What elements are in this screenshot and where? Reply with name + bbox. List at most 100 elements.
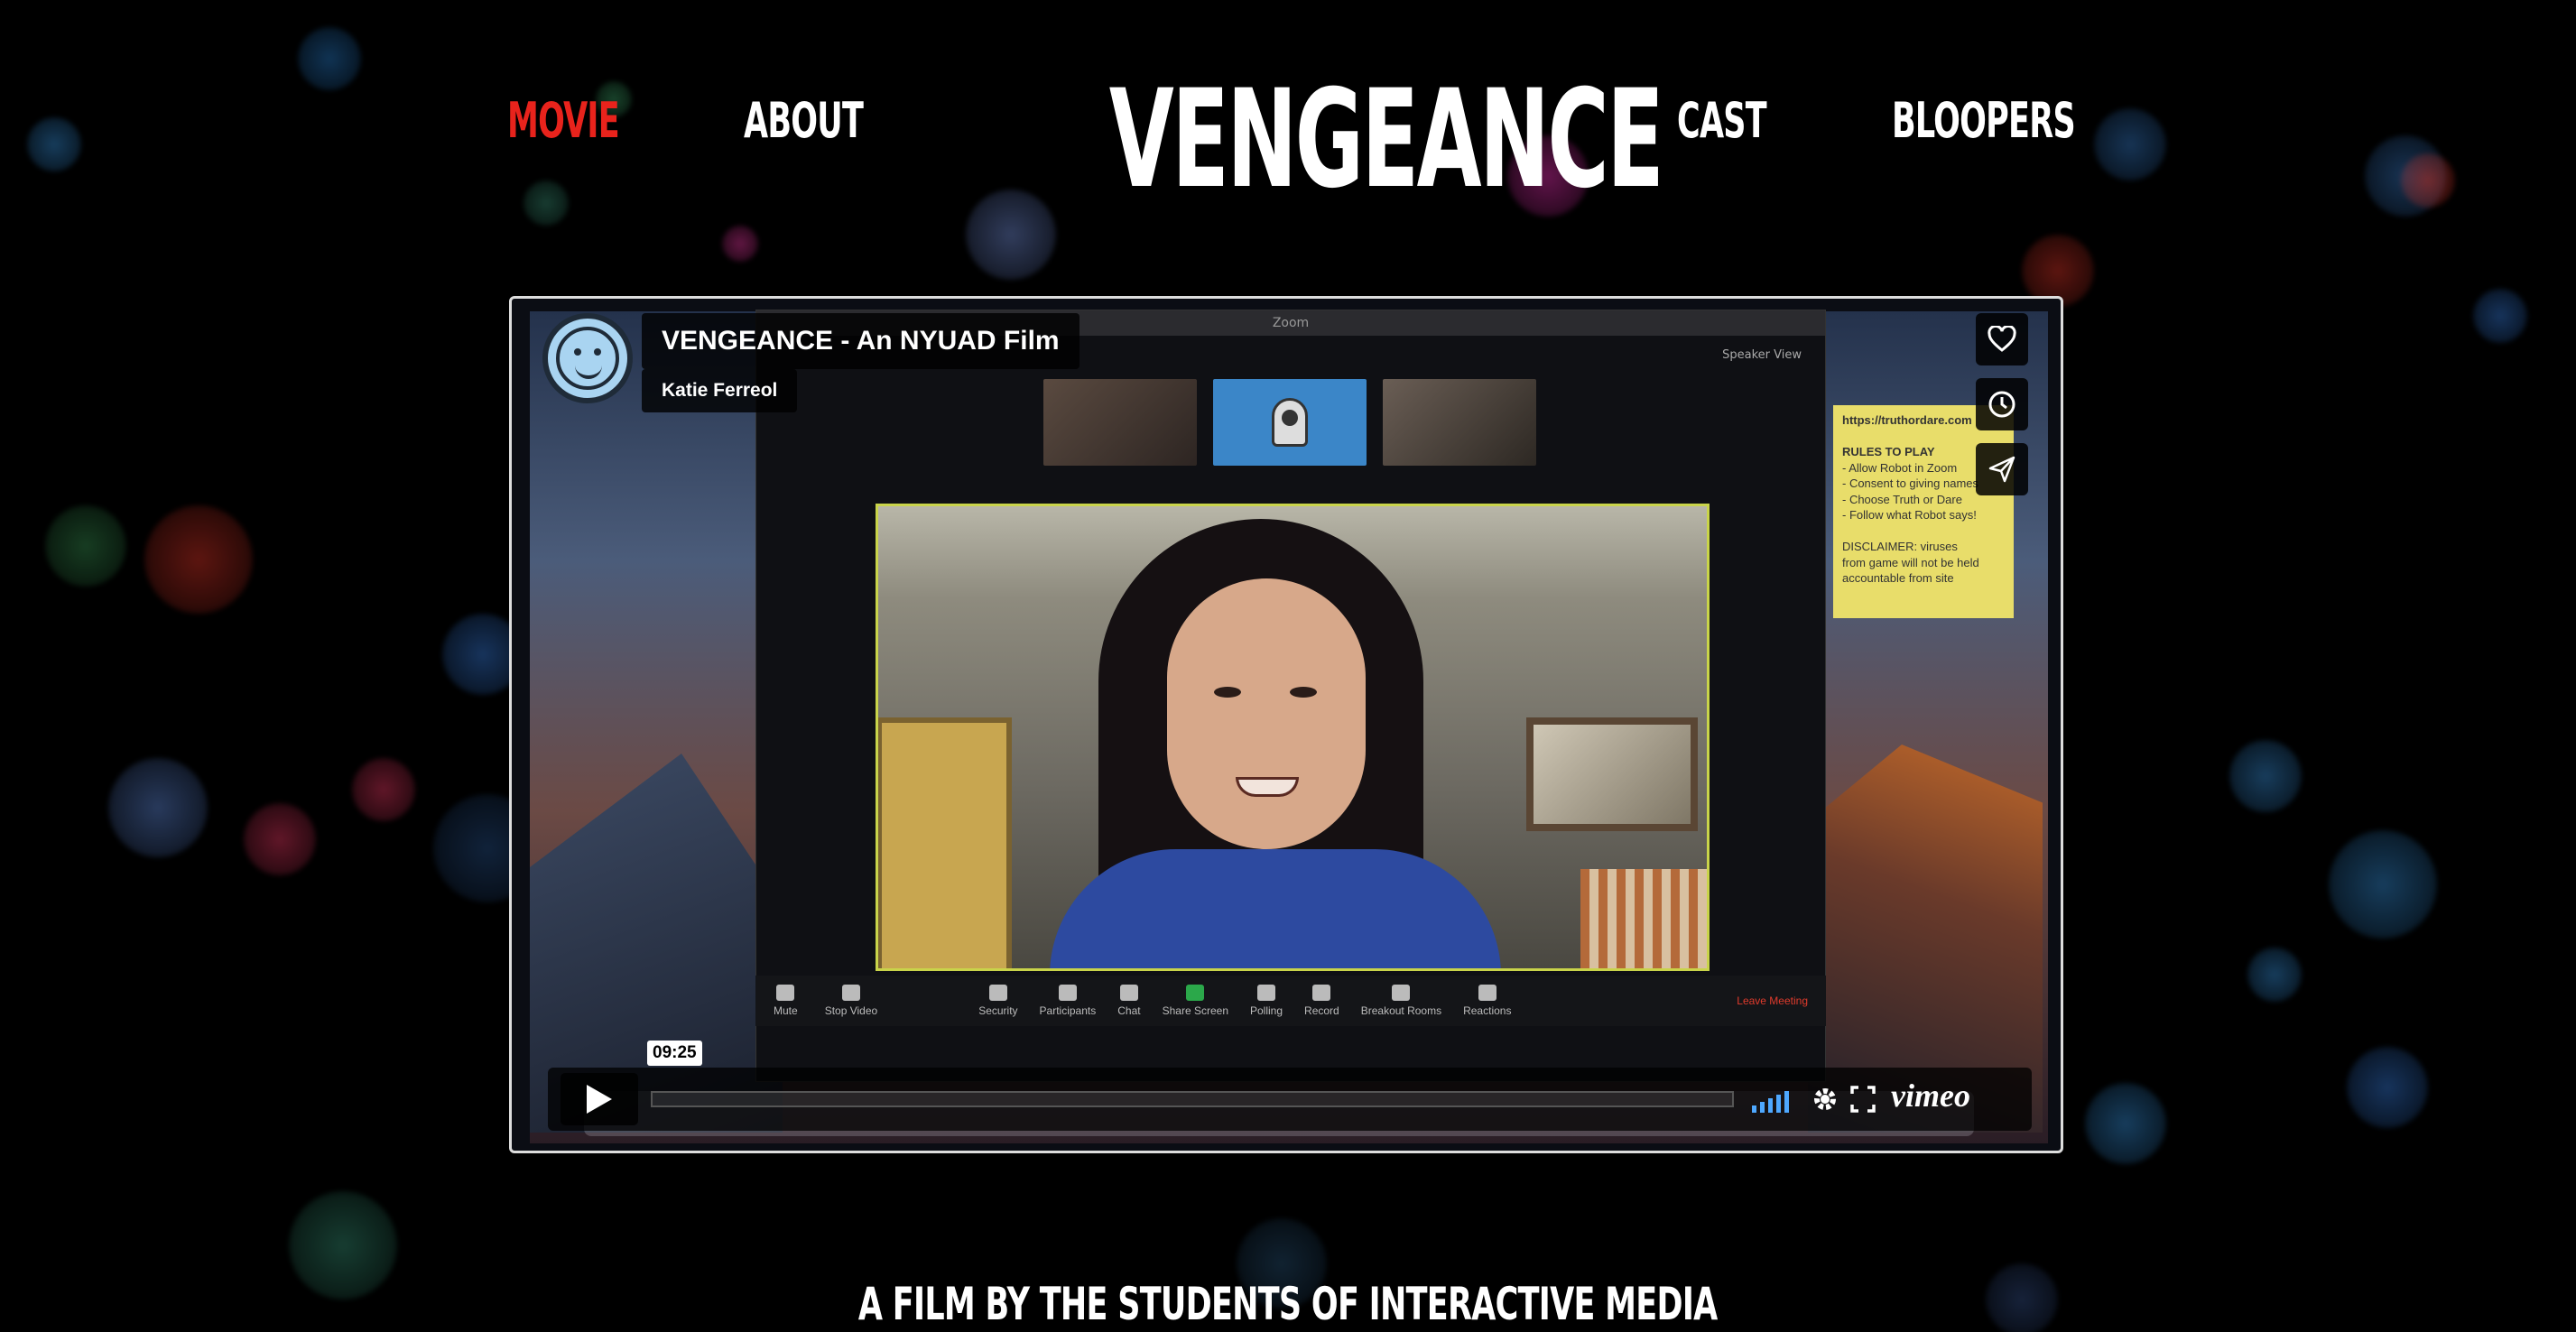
zoom-toolbar-item: Mute xyxy=(774,985,798,1017)
play-button[interactable] xyxy=(561,1073,638,1125)
zoom-toolbar-label: Participants xyxy=(1039,1004,1097,1017)
zoom-toolbar-label: Reactions xyxy=(1463,1004,1512,1017)
sticky-note-line: - Follow what Robot says! xyxy=(1842,508,1977,523)
person-face xyxy=(1167,578,1366,849)
zoom-toolbar-label: Polling xyxy=(1250,1004,1283,1017)
video-controls: 09:25 vimeo xyxy=(548,1041,2032,1131)
volume-bar xyxy=(1768,1098,1773,1113)
sticky-note: https://truthordare.com RULES TO PLAY - A… xyxy=(1833,405,2014,618)
fullscreen-icon[interactable] xyxy=(1849,1084,1876,1115)
nav-about[interactable]: ABOUT xyxy=(744,92,864,149)
bokeh-orb xyxy=(2473,289,2527,343)
play-icon xyxy=(587,1085,612,1114)
zoom-toolbar-icon xyxy=(1119,985,1138,1001)
person-eye xyxy=(1290,687,1317,698)
duration-label: 09:25 xyxy=(647,1041,702,1066)
zoom-toolbar-item: Reactions xyxy=(1463,985,1511,1017)
zoom-toolbar-icon xyxy=(1058,985,1077,1001)
zoom-toolbar-item: Security xyxy=(978,985,1018,1017)
zoom-toolbar-icon xyxy=(1312,985,1331,1001)
smiley-avatar-icon xyxy=(556,327,619,390)
sticky-note-line: from game will not be held xyxy=(1842,555,1979,569)
video-frame-zoom-window: Zoom Speaker View xyxy=(755,310,1826,1082)
bokeh-orb xyxy=(966,190,1056,280)
video-player[interactable]: Zoom Speaker View https://truthordare.co… xyxy=(509,296,2063,1153)
volume-bar xyxy=(1752,1105,1756,1113)
watch-later-button[interactable] xyxy=(1976,378,2028,430)
zoom-leave-meeting: Leave Meeting xyxy=(1737,994,1808,1007)
nav-movie[interactable]: MOVIE xyxy=(507,92,620,149)
participant-thumb-robot xyxy=(1213,379,1367,466)
bokeh-orb xyxy=(45,505,126,587)
robot-icon xyxy=(1272,398,1308,447)
bokeh-orb xyxy=(352,758,415,821)
bokeh-orb xyxy=(524,180,569,226)
volume-bar xyxy=(1784,1091,1789,1113)
settings-gear-icon[interactable] xyxy=(1810,1084,1840,1115)
zoom-toolbar-item: Chat xyxy=(1117,985,1141,1017)
volume-control[interactable] xyxy=(1752,1086,1797,1113)
zoom-toolbar-label: Stop Video xyxy=(824,1004,878,1017)
heart-icon xyxy=(1988,326,2016,352)
tagline-text: A FILM BY THE STUDENTS OF INTERACTIVE ME… xyxy=(858,1278,1718,1330)
zoom-toolbar-label: Security xyxy=(978,1004,1018,1017)
zoom-toolbar-item: Record xyxy=(1304,985,1339,1017)
zoom-toolbar-item: Breakout Rooms xyxy=(1361,985,1441,1017)
sticky-note-line xyxy=(1842,429,2005,445)
sticky-note-line xyxy=(1842,523,2005,540)
striped-chair xyxy=(1580,869,1707,968)
main-nav: MOVIE ABOUT VENGEANCE CAST BLOOPERS xyxy=(0,36,2576,208)
sticky-note-line: accountable from site xyxy=(1842,571,1954,586)
person-shirt xyxy=(1050,849,1501,968)
progress-bar[interactable] xyxy=(651,1091,1734,1107)
zoom-toolbar-icon xyxy=(1478,985,1496,1001)
share-button[interactable] xyxy=(1976,443,2028,495)
person-eye xyxy=(1214,687,1241,698)
zoom-toolbar-label: Record xyxy=(1304,1004,1339,1017)
bokeh-orb xyxy=(144,505,253,614)
bokeh-orb xyxy=(2085,1083,2166,1164)
volume-bar xyxy=(1776,1095,1781,1113)
zoom-toolbar-item: Share Screen xyxy=(1163,985,1228,1017)
zoom-toolbar-label: Breakout Rooms xyxy=(1360,1004,1442,1017)
tagline: A FILM BY THE STUDENTS OF INTERACTIVE ME… xyxy=(0,1278,2576,1330)
nav-cast[interactable]: CAST xyxy=(1677,92,1767,149)
wall-board xyxy=(878,717,1012,968)
bokeh-orb xyxy=(722,226,758,262)
zoom-toolbar-label: Share Screen xyxy=(1162,1004,1228,1017)
bokeh-orb xyxy=(108,758,208,857)
zoom-toolbar: Mute Stop Video Security Participants Chat Sh… xyxy=(755,976,1826,1026)
wall-picture-frame xyxy=(1526,717,1698,831)
zoom-toolbar-item: Polling xyxy=(1250,985,1283,1017)
zoom-toolbar-icon xyxy=(776,985,795,1001)
bokeh-orb xyxy=(2229,740,2302,812)
zoom-toolbar-icon xyxy=(1186,985,1205,1001)
like-button[interactable] xyxy=(1976,313,2028,365)
person-mouth xyxy=(1236,777,1299,797)
participant-thumb xyxy=(1383,379,1536,466)
zoom-toolbar-icon xyxy=(1257,985,1276,1001)
zoom-active-speaker xyxy=(876,504,1710,971)
zoom-toolbar-icon xyxy=(988,985,1007,1001)
zoom-toolbar-item: Stop Video xyxy=(824,985,878,1017)
zoom-toolbar-item: Participants xyxy=(1039,985,1097,1017)
vimeo-logo[interactable]: vimeo xyxy=(1891,1077,1970,1115)
nav-bloopers[interactable]: BLOOPERS xyxy=(1892,92,2076,149)
channel-avatar[interactable] xyxy=(542,313,633,403)
bokeh-orb xyxy=(2329,830,2437,939)
zoom-speaker-view-label: Speaker View xyxy=(1722,348,1802,362)
site-logo[interactable]: VENGEANCE xyxy=(1109,72,1664,208)
bokeh-orb xyxy=(2347,1047,2428,1128)
participant-thumb xyxy=(1043,379,1197,466)
zoom-toolbar-label: Chat xyxy=(1117,1004,1141,1017)
bokeh-orb xyxy=(2247,948,2302,1002)
send-icon xyxy=(1988,456,2015,483)
bokeh-orb xyxy=(244,803,316,875)
zoom-toolbar-icon xyxy=(841,985,860,1001)
clock-icon xyxy=(1988,391,2015,418)
volume-bar xyxy=(1760,1102,1765,1113)
zoom-toolbar-icon xyxy=(1392,985,1411,1001)
zoom-participant-thumbnails xyxy=(1043,379,1536,466)
video-byline[interactable]: Katie Ferreol xyxy=(642,369,798,412)
video-title[interactable]: VENGEANCE - An NYUAD Film xyxy=(642,313,1080,369)
